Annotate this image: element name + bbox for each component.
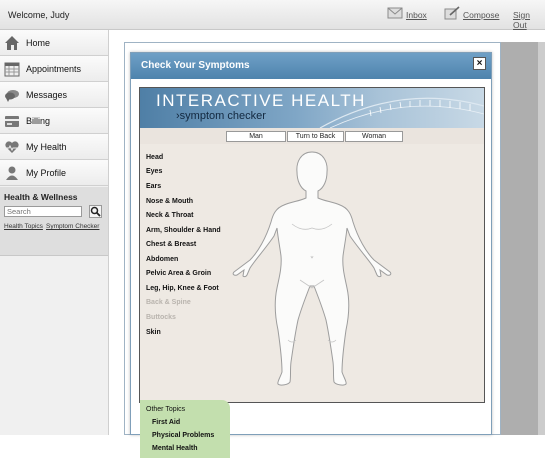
health-search-input[interactable]	[4, 206, 82, 217]
sidebar-item-home[interactable]: Home	[0, 30, 108, 56]
sidebar-item-messages[interactable]: Messages	[0, 82, 108, 108]
search-icon	[90, 206, 101, 217]
health-wellness-title: Health & Wellness	[4, 192, 78, 202]
modal-header: Check Your Symptoms ×	[131, 53, 491, 79]
body-part-head[interactable]: Head	[146, 154, 163, 161]
banner-title: INTERACTIVE HEALTH	[156, 91, 366, 110]
body-part-chest-breast[interactable]: Chest & Breast	[146, 241, 196, 248]
body-part-nose-mouth[interactable]: Nose & Mouth	[146, 198, 193, 205]
body-part-arm-shoulder-hand[interactable]: Arm, Shoulder & Hand	[146, 227, 221, 234]
compose-icon[interactable]	[444, 6, 460, 20]
body-part-leg-hip-knee-foot[interactable]: Leg, Hip, Knee & Foot	[146, 285, 219, 292]
body-part-buttocks: Buttocks	[146, 314, 176, 321]
top-bar: Welcome, Judy Inbox Compose Sign Out	[0, 0, 545, 30]
sidebar-item-label: Messages	[26, 90, 68, 100]
home-icon	[5, 36, 19, 50]
search-button[interactable]	[89, 205, 102, 218]
symptom-checker-app: INTERACTIVE HEALTH ›symptom checker Man …	[139, 87, 485, 458]
billing-icon	[5, 116, 19, 127]
body-map-area: Head Eyes Ears Nose & Mouth Neck & Throa…	[140, 144, 484, 458]
person-icon	[6, 166, 18, 180]
turn-to-back-toggle[interactable]: Turn to Back	[287, 131, 344, 142]
sidebar-item-appointments[interactable]: Appointments	[0, 56, 108, 82]
symptoms-modal: Check Your Symptoms × INTERACTIVE HEALTH…	[130, 52, 492, 458]
sidebar-item-label: My Profile	[26, 168, 67, 178]
body-part-eyes[interactable]: Eyes	[146, 168, 162, 175]
sign-out-link[interactable]: Sign Out	[513, 10, 545, 30]
body-part-abdomen[interactable]: Abdomen	[146, 256, 178, 263]
health-topics-link[interactable]: Health Topics	[4, 223, 43, 230]
chat-bubble-icon	[5, 90, 19, 102]
woman-toggle[interactable]: Woman	[345, 131, 403, 142]
sidebar-item-label: Home	[26, 38, 51, 48]
sidebar-item-my-profile[interactable]: My Profile	[0, 160, 108, 186]
topic-mental-health[interactable]: Mental Health	[152, 445, 198, 452]
envelope-icon[interactable]	[387, 6, 403, 20]
body-part-pelvic-groin[interactable]: Pelvic Area & Groin	[146, 270, 211, 277]
body-part-back-spine: Back & Spine	[146, 299, 191, 306]
health-wellness-panel: Health & Wellness Health Topics Symptom …	[0, 187, 108, 256]
close-button[interactable]: ×	[473, 57, 486, 70]
inbox-link[interactable]: Inbox	[406, 10, 427, 20]
sidebar-item-my-health[interactable]: My Health	[0, 134, 108, 160]
symptom-checker-link[interactable]: Symptom Checker	[46, 223, 99, 230]
body-figure[interactable]	[222, 148, 402, 388]
topic-physical-problems[interactable]: Physical Problems	[152, 432, 214, 439]
banner-subtitle: ›symptom checker	[176, 110, 266, 122]
close-icon: ×	[476, 58, 483, 69]
heart-icon	[5, 141, 19, 153]
other-topics-panel: Other Topics First Aid Physical Problems…	[140, 400, 230, 458]
sidebar-item-label: My Health	[26, 142, 67, 152]
body-part-skin[interactable]: Skin	[146, 329, 161, 336]
sidebar-item-label: Appointments	[26, 64, 82, 74]
topic-first-aid[interactable]: First Aid	[152, 419, 180, 426]
sidebar-item-billing[interactable]: Billing	[0, 108, 108, 134]
sidebar: Home Appointments Messages Billing My He…	[0, 30, 109, 435]
page-scrollbar[interactable]	[538, 42, 545, 435]
welcome-text: Welcome, Judy	[8, 10, 70, 20]
modal-title: Check Your Symptoms	[141, 60, 250, 71]
calendar-icon	[4, 62, 20, 77]
checker-banner: INTERACTIVE HEALTH ›symptom checker	[140, 88, 484, 128]
man-toggle[interactable]: Man	[226, 131, 286, 142]
body-part-ears[interactable]: Ears	[146, 183, 161, 190]
body-part-neck-throat[interactable]: Neck & Throat	[146, 212, 193, 219]
other-topics-title: Other Topics	[146, 406, 186, 413]
compose-link[interactable]: Compose	[463, 10, 499, 20]
sidebar-item-label: Billing	[26, 116, 51, 126]
